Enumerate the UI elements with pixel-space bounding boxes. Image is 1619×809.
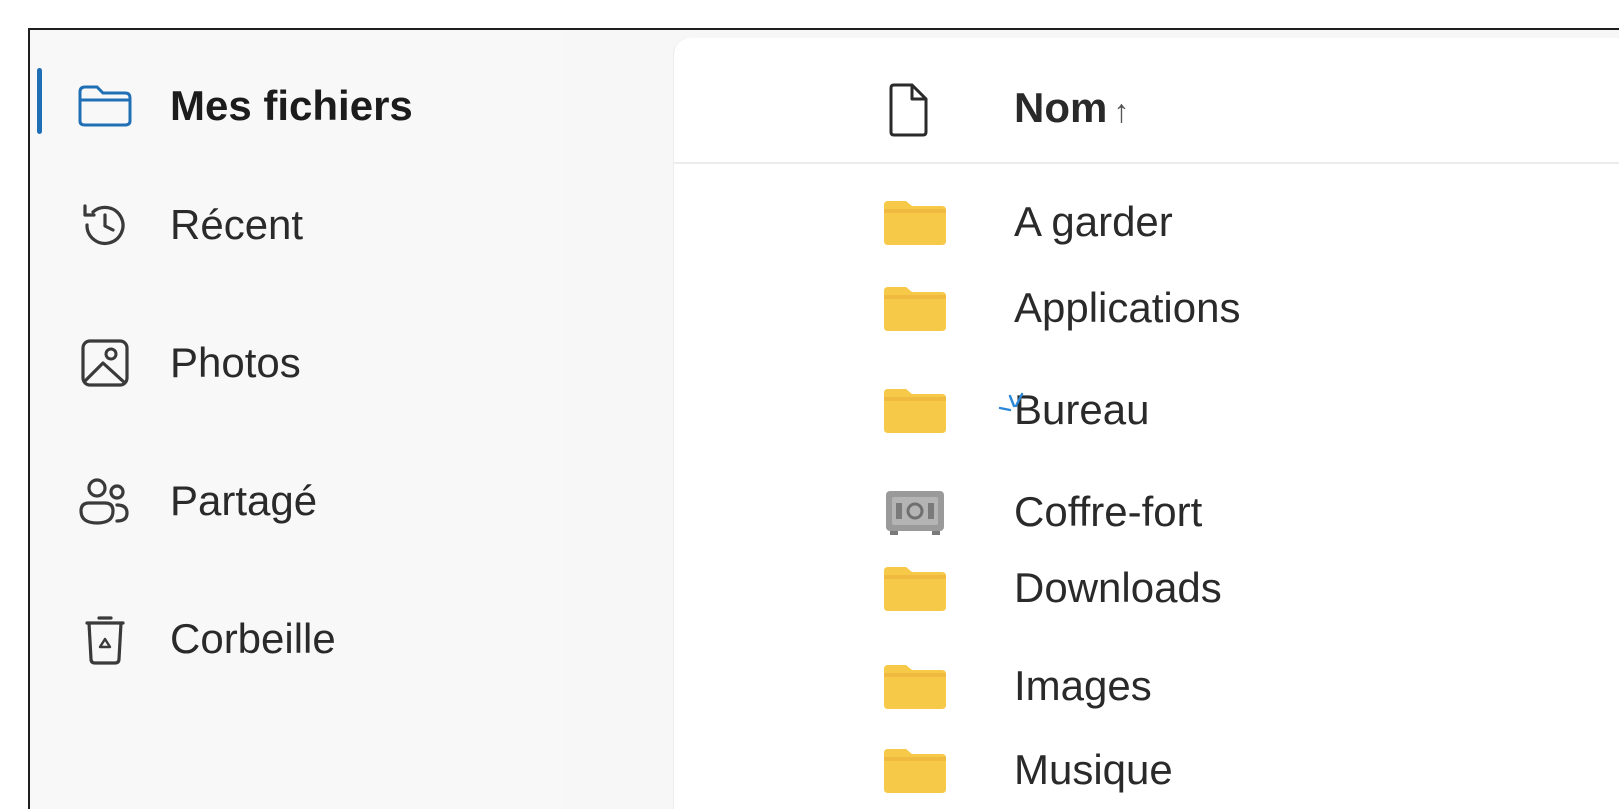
folder-icon <box>884 199 946 245</box>
onedrive-window: Mes fichiers Récent Photos Partagé Corbe… <box>28 28 1619 809</box>
sort-ascending-icon: ↑ <box>1113 93 1130 129</box>
file-name: Downloads <box>1014 564 1222 611</box>
file-list-panel: Nom ↑ A garder Applications Bureau Coffr… <box>674 38 1619 809</box>
folder-icon <box>884 663 946 709</box>
list-item[interactable]: A garder <box>674 184 1619 260</box>
sidebar-item-label: Récent <box>170 201 304 248</box>
sidebar-item-corbeille[interactable]: Corbeille <box>30 604 550 674</box>
list-item[interactable]: Bureau <box>674 372 1619 448</box>
folder-icon <box>884 565 946 611</box>
column-header-label: Nom <box>1014 84 1108 131</box>
sidebar-item-recent[interactable]: Récent <box>30 190 550 260</box>
list-item[interactable]: Applications <box>674 270 1619 346</box>
sidebar-item-label: Mes fichiers <box>170 82 413 129</box>
sidebar-item-label: Photos <box>170 339 301 386</box>
people-icon <box>77 473 133 529</box>
loading-cursor-icon <box>996 390 1026 420</box>
list-item[interactable]: Downloads <box>674 550 1619 626</box>
file-name: Applications <box>1014 284 1241 331</box>
list-item[interactable]: Musique <box>674 732 1619 808</box>
folder-icon <box>884 747 946 793</box>
recycle-bin-icon <box>77 611 133 667</box>
sidebar-item-mes-fichiers[interactable]: Mes fichiers <box>30 56 550 156</box>
image-icon <box>77 335 133 391</box>
sidebar-item-partage[interactable]: Partagé <box>30 466 550 536</box>
sidebar-item-label: Partagé <box>170 477 318 524</box>
file-name: Images <box>1014 662 1152 709</box>
document-icon <box>886 82 930 138</box>
file-name: A garder <box>1014 198 1173 245</box>
folder-icon <box>77 78 133 134</box>
sidebar-item-photos[interactable]: Photos <box>30 328 550 398</box>
folder-icon <box>884 387 946 433</box>
sidebar: Mes fichiers Récent Photos Partagé Corbe… <box>30 30 562 809</box>
list-item[interactable]: Coffre-fort <box>674 474 1619 550</box>
list-item[interactable]: Images <box>674 648 1619 724</box>
sidebar-item-label: Corbeille <box>170 615 336 662</box>
column-header-name[interactable]: Nom ↑ <box>1014 84 1129 132</box>
file-name: Bureau <box>1014 386 1150 433</box>
history-icon <box>77 197 133 253</box>
vault-icon <box>884 489 946 535</box>
active-indicator <box>37 68 42 134</box>
file-name: Coffre-fort <box>1014 488 1203 535</box>
file-list-header: Nom ↑ <box>674 38 1619 164</box>
folder-icon <box>884 285 946 331</box>
file-name: Musique <box>1014 746 1173 793</box>
